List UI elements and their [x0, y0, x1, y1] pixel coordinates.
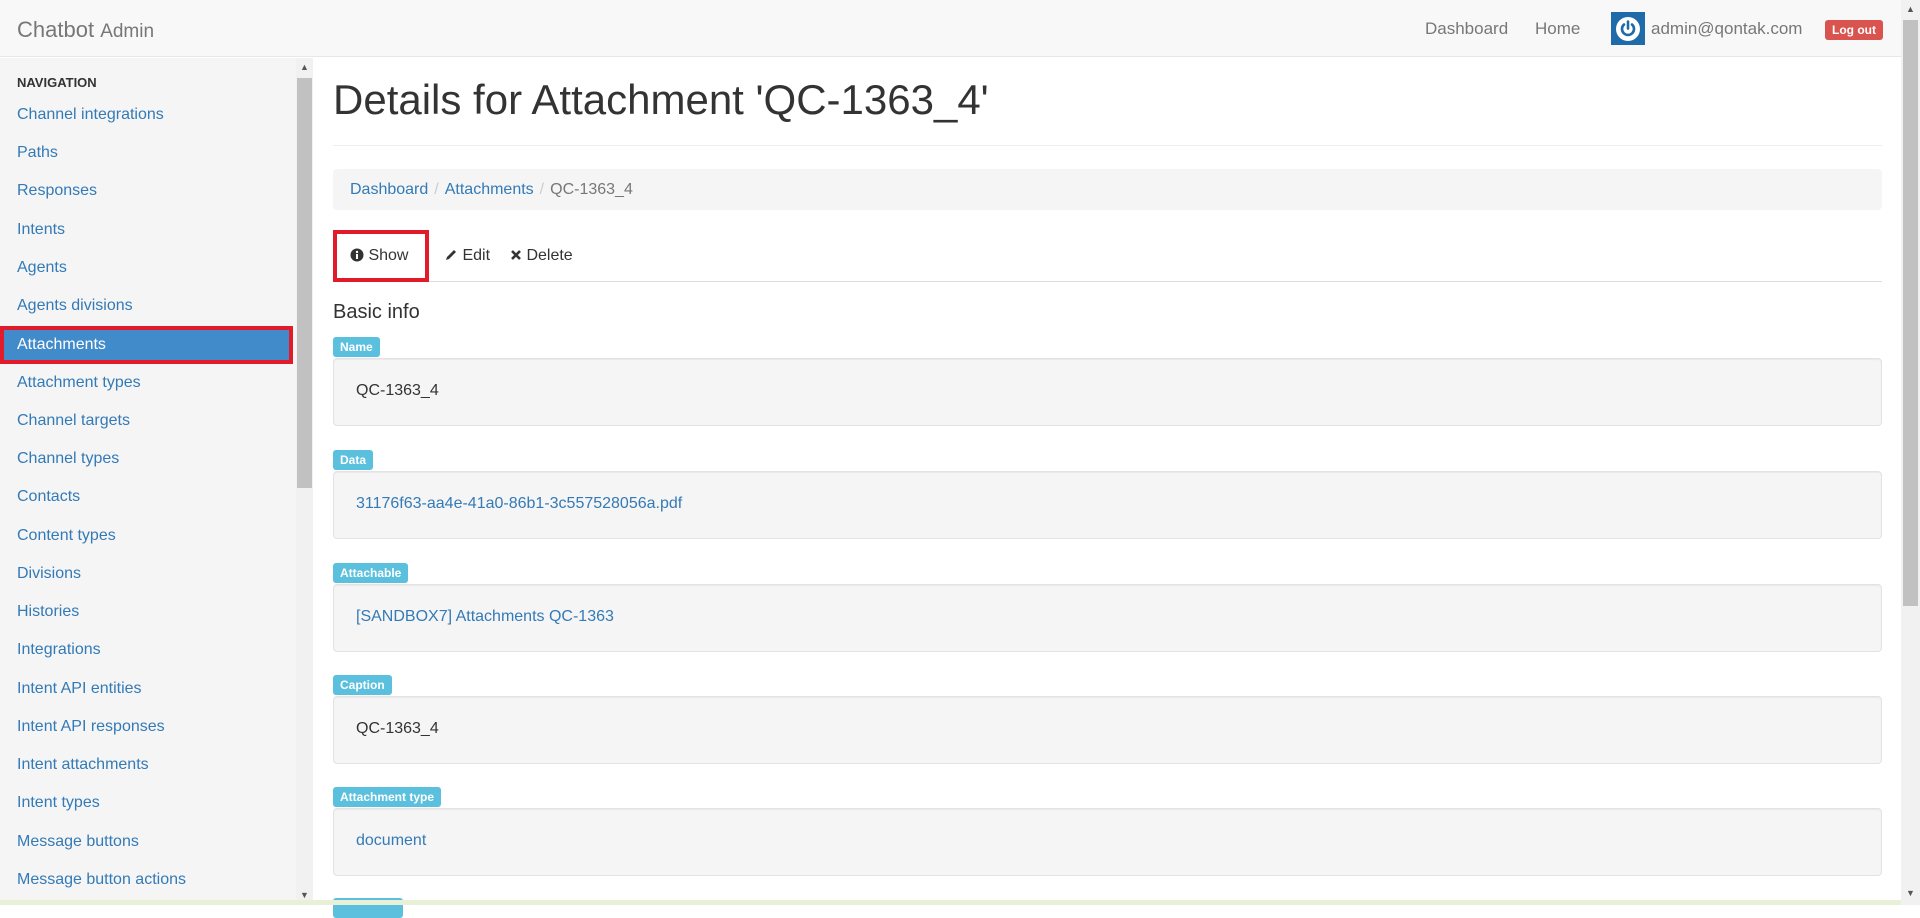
- tab-edit-label: Edit: [462, 247, 491, 264]
- field-value-attachment-type-link[interactable]: document: [356, 832, 426, 850]
- tab-delete-label: Delete: [526, 247, 573, 264]
- brand-main: Chatbot: [17, 17, 95, 42]
- brand-sub: Admin: [100, 21, 155, 42]
- sidebar-item-intent-api-entities[interactable]: Intent API entities: [0, 670, 293, 708]
- field-well-attachable: [SANDBOX7] Attachments QC-1363: [333, 584, 1882, 652]
- field-well-caption: QC-1363_4: [333, 696, 1882, 764]
- sidebar-item-agents[interactable]: Agents: [0, 249, 293, 287]
- sidebar-item-agents-divisions[interactable]: Agents divisions: [0, 287, 293, 325]
- breadcrumb-dashboard[interactable]: Dashboard: [350, 181, 428, 198]
- field-value-data-link[interactable]: 31176f63-aa4e-41a0-86b1-3c557528056a.pdf: [356, 495, 682, 513]
- sidebar-item-paths[interactable]: Paths: [0, 134, 293, 172]
- nav-link-dashboard[interactable]: Dashboard: [1425, 19, 1508, 39]
- sidebar-item-content-types[interactable]: Content types: [0, 517, 293, 555]
- breadcrumb-attachments[interactable]: Attachments: [445, 181, 534, 198]
- sidebar-item-message-buttons[interactable]: Message buttons: [0, 823, 293, 861]
- sidebar-scroll-thumb[interactable]: [297, 78, 312, 488]
- field-label-name: Name: [333, 337, 380, 357]
- sidebar-item-intent-types[interactable]: Intent types: [0, 784, 293, 822]
- nav-link-home[interactable]: Home: [1535, 19, 1580, 39]
- brand[interactable]: Chatbot Admin: [17, 17, 154, 43]
- power-icon[interactable]: [1611, 12, 1645, 45]
- scroll-up-arrow-icon[interactable]: ▲: [1906, 4, 1915, 14]
- tab-edit[interactable]: Edit: [444, 230, 490, 282]
- sidebar-scrollbar[interactable]: ▲ ▼: [296, 58, 313, 905]
- tab-show-label: Show: [368, 247, 409, 264]
- pencil-icon: [446, 250, 456, 260]
- sidebar-item-divisions[interactable]: Divisions: [0, 555, 293, 593]
- field-well-name: QC-1363_4: [333, 358, 1882, 426]
- sidebar-item-contacts[interactable]: Contacts: [0, 478, 293, 516]
- sidebar-item-message-button-actions[interactable]: Message button actions: [0, 861, 293, 899]
- field-value-attachable-link[interactable]: [SANDBOX7] Attachments QC-1363: [356, 608, 614, 626]
- tab-show[interactable]: Show: [333, 230, 429, 282]
- breadcrumb-separator: /: [539, 181, 545, 198]
- scroll-up-arrow-icon[interactable]: ▲: [300, 62, 309, 72]
- sidebar-item-attachment-types[interactable]: Attachment types: [0, 364, 293, 402]
- sidebar-item-channel-integrations[interactable]: Channel integrations: [0, 96, 293, 134]
- breadcrumb-current: QC-1363_4: [550, 181, 633, 198]
- info-circle-icon: [350, 248, 364, 262]
- main-content: Details for Attachment 'QC-1363_4' Dashb…: [313, 58, 1901, 918]
- close-icon: [511, 250, 521, 260]
- field-label-attachment-type: Attachment type: [333, 787, 442, 807]
- action-tabs: Show Edit Delete: [333, 230, 1882, 282]
- field-well-data: 31176f63-aa4e-41a0-86b1-3c557528056a.pdf: [333, 471, 1882, 539]
- sidebar-item-responses[interactable]: Responses: [0, 172, 293, 210]
- breadcrumb: Dashboard / Attachments / QC-1363_4: [333, 169, 1882, 210]
- field-value-name: QC-1363_4: [356, 382, 439, 399]
- field-value-caption: QC-1363_4: [356, 720, 439, 737]
- tab-delete[interactable]: Delete: [510, 230, 573, 282]
- sidebar-heading: NAVIGATION: [17, 75, 97, 90]
- sidebar-item-attachments[interactable]: Attachments: [0, 326, 293, 364]
- section-title: Basic info: [333, 301, 420, 323]
- sidebar-item-intents[interactable]: Intents: [0, 211, 293, 249]
- sidebar-item-channel-targets[interactable]: Channel targets: [0, 402, 293, 440]
- breadcrumb-separator: /: [434, 181, 439, 198]
- sidebar-item-integrations[interactable]: Integrations: [0, 631, 293, 669]
- page-scrollbar[interactable]: ▲ ▼: [1901, 0, 1920, 905]
- user-email[interactable]: admin@qontak.com: [1651, 19, 1802, 39]
- sidebar-item-channel-types[interactable]: Channel types: [0, 440, 293, 478]
- field-label-caption: Caption: [333, 675, 392, 695]
- title-divider: [333, 145, 1882, 146]
- sidebar-item-intent-api-responses[interactable]: Intent API responses: [0, 708, 293, 746]
- page-scroll-thumb[interactable]: [1903, 20, 1918, 606]
- field-label-data: Data: [333, 450, 374, 470]
- sidebar: NAVIGATION Channel integrations Paths Re…: [0, 58, 296, 905]
- scroll-down-arrow-icon[interactable]: ▼: [1906, 888, 1915, 898]
- logout-button[interactable]: Log out: [1825, 20, 1883, 40]
- field-well-attachment-type: document: [333, 808, 1882, 876]
- field-label-attachable: Attachable: [333, 563, 409, 583]
- sidebar-item-intent-attachments[interactable]: Intent attachments: [0, 746, 293, 784]
- top-navbar: Chatbot Admin Dashboard Home admin@qonta…: [0, 0, 1901, 57]
- page-title: Details for Attachment 'QC-1363_4': [333, 76, 989, 123]
- sidebar-item-histories[interactable]: Histories: [0, 593, 293, 631]
- scroll-down-arrow-icon[interactable]: ▼: [300, 890, 309, 900]
- bottom-edge: [0, 900, 1901, 905]
